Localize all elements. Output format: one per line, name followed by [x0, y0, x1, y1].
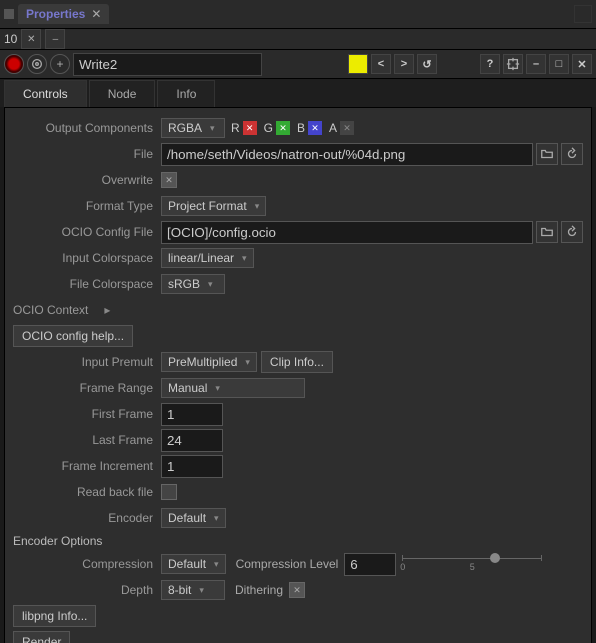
tab-controls[interactable]: Controls — [4, 80, 87, 107]
file-input[interactable] — [161, 143, 533, 166]
overwrite-checkbox[interactable] — [161, 172, 177, 188]
input-colorspace-label: Input Colorspace — [13, 251, 161, 265]
read-back-label: Read back file — [13, 485, 161, 499]
depth-label: Depth — [13, 583, 161, 597]
first-frame-input[interactable] — [161, 403, 223, 426]
ocio-config-input[interactable] — [161, 221, 533, 244]
node-color-swatch[interactable] — [348, 54, 368, 74]
ch-g-label: G — [264, 121, 273, 135]
properties-toolbar: 10 ✕ – — [0, 29, 596, 50]
output-components-label: Output Components — [13, 121, 161, 135]
input-premult-label: Input Premult — [13, 355, 161, 369]
input-premult-dropdown[interactable]: PreMultiplied — [161, 352, 257, 372]
frame-range-dropdown[interactable]: Manual — [161, 378, 305, 398]
help-icon[interactable]: ? — [480, 54, 500, 74]
format-type-label: Format Type — [13, 199, 161, 213]
maximize-icon[interactable]: □ — [549, 54, 569, 74]
gear-icon[interactable] — [27, 54, 47, 74]
render-button[interactable]: Render — [13, 631, 70, 643]
frame-increment-label: Frame Increment — [13, 459, 161, 473]
close-panel-icon[interactable]: ✕ — [572, 54, 592, 74]
file-label: File — [13, 147, 161, 161]
centre-icon[interactable] — [503, 54, 523, 74]
ocio-config-label: OCIO Config File — [13, 225, 161, 239]
format-type-dropdown[interactable]: Project Format — [161, 196, 266, 216]
last-frame-input[interactable] — [161, 429, 223, 452]
compression-level-label: Compression Level — [236, 557, 339, 571]
ch-g-toggle[interactable]: ✕ — [276, 121, 290, 135]
add-icon[interactable]: + — [50, 54, 70, 74]
slider-tick-5: 5 — [470, 562, 475, 572]
ocio-context-label: OCIO Context — [13, 303, 96, 317]
window-button[interactable] — [574, 5, 592, 23]
next-icon[interactable]: > — [394, 54, 414, 74]
undo-icon[interactable]: ↺ — [417, 54, 437, 74]
frame-range-label: Frame Range — [13, 381, 161, 395]
properties-tab[interactable]: Properties ✕ — [18, 4, 109, 24]
dock-icon[interactable] — [4, 9, 14, 19]
libpng-info-button[interactable]: libpng Info... — [13, 605, 96, 627]
node-name-input[interactable] — [73, 53, 262, 76]
slider-tick-0: 0 — [400, 562, 405, 572]
read-back-checkbox[interactable] — [161, 484, 177, 500]
last-frame-label: Last Frame — [13, 433, 161, 447]
controls-panel: Output Components RGBA R✕ G✕ B✕ A✕ File … — [4, 107, 592, 643]
tab-info[interactable]: Info — [157, 80, 215, 107]
prev-icon[interactable]: < — [371, 54, 391, 74]
clear-icon[interactable]: ✕ — [21, 29, 41, 49]
panel-count: 10 — [4, 32, 17, 46]
compression-dropdown[interactable]: Default — [161, 554, 226, 574]
ocio-folder-icon[interactable] — [536, 221, 558, 243]
compression-label: Compression — [13, 557, 161, 571]
frame-increment-input[interactable] — [161, 455, 223, 478]
ch-r-label: R — [231, 121, 240, 135]
encoder-dropdown[interactable]: Default — [161, 508, 226, 528]
node-header: + < > ↺ ? – □ ✕ — [0, 50, 596, 79]
folder-icon[interactable] — [536, 143, 558, 165]
ch-a-toggle[interactable]: ✕ — [340, 121, 354, 135]
first-frame-label: First Frame — [13, 407, 161, 421]
title-bar: Properties ✕ — [0, 0, 596, 29]
ch-a-label: A — [329, 121, 337, 135]
clip-info-button[interactable]: Clip Info... — [261, 351, 333, 373]
depth-dropdown[interactable]: 8-bit — [161, 580, 225, 600]
encoder-label: Encoder — [13, 511, 161, 525]
close-icon[interactable]: ✕ — [91, 7, 101, 21]
file-colorspace-dropdown[interactable]: sRGB — [161, 274, 225, 294]
compression-level-input[interactable] — [344, 553, 396, 576]
encoder-options-header: Encoder Options — [13, 534, 583, 548]
ocio-help-button[interactable]: OCIO config help... — [13, 325, 133, 347]
minimize-icon[interactable]: – — [526, 54, 546, 74]
record-icon[interactable] — [4, 54, 24, 74]
ch-b-toggle[interactable]: ✕ — [308, 121, 322, 135]
node-tabs: Controls Node Info — [0, 79, 596, 107]
reload-icon[interactable] — [561, 143, 583, 165]
dithering-checkbox[interactable] — [289, 582, 305, 598]
ch-r-toggle[interactable]: ✕ — [243, 121, 257, 135]
ch-b-label: B — [297, 121, 305, 135]
dithering-label: Dithering — [235, 583, 283, 597]
input-colorspace-dropdown[interactable]: linear/Linear — [161, 248, 254, 268]
overwrite-label: Overwrite — [13, 173, 161, 187]
compression-level-slider[interactable]: 0 5 — [402, 554, 542, 574]
output-components-dropdown[interactable]: RGBA — [161, 118, 225, 138]
minimize-all-icon[interactable]: – — [45, 29, 65, 49]
ocio-reload-icon[interactable] — [561, 221, 583, 243]
tab-label: Properties — [26, 7, 85, 21]
tab-node[interactable]: Node — [89, 80, 156, 107]
file-colorspace-label: File Colorspace — [13, 277, 161, 291]
expand-icon[interactable]: ▸ — [104, 303, 110, 317]
